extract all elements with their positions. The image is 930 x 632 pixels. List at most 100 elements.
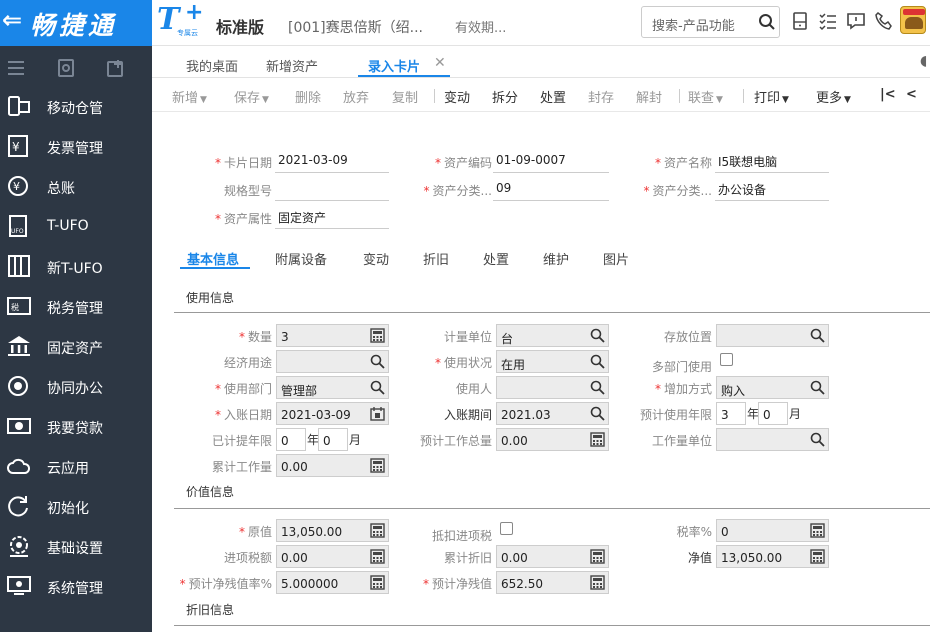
- sidebar-item-6[interactable]: 税 税务管理: [0, 286, 152, 326]
- calculator-icon[interactable]: [590, 432, 605, 447]
- chat-icon[interactable]: [846, 11, 866, 31]
- tax-rate-field[interactable]: 0: [716, 519, 829, 542]
- unit-field[interactable]: 台: [496, 324, 609, 347]
- spec-field[interactable]: [275, 177, 389, 201]
- tab-new-asset[interactable]: 新增资产: [266, 56, 318, 75]
- calculator-icon[interactable]: [370, 523, 385, 538]
- lookup-icon[interactable]: [590, 406, 605, 421]
- toolbar-button-7[interactable]: 拆分: [492, 87, 518, 106]
- phone-icon[interactable]: [874, 11, 894, 31]
- card-date-field[interactable]: 2021-03-09: [275, 149, 389, 173]
- calculator-icon[interactable]: [810, 549, 825, 564]
- back-arrow-icon[interactable]: ⇐: [2, 6, 22, 34]
- subtab-images[interactable]: 图片: [603, 249, 629, 268]
- toolbar-button-6[interactable]: 变动: [444, 87, 470, 106]
- brand-block[interactable]: ⇐ 畅捷通: [0, 0, 152, 46]
- first-record-icon[interactable]: |<: [880, 87, 896, 102]
- location-field[interactable]: [716, 324, 829, 347]
- company-name[interactable]: [001]赛思倍斯（绍...: [288, 17, 423, 37]
- checklist-icon[interactable]: [818, 11, 838, 31]
- asset-code-field[interactable]: 01-09-0007: [493, 149, 609, 173]
- sidebar-item-1[interactable]: 移动仓管: [0, 86, 152, 126]
- avatar-badge[interactable]: [900, 6, 926, 34]
- prev-record-icon[interactable]: <: [906, 87, 917, 102]
- toolbar-button-5[interactable]: 复制: [392, 87, 418, 106]
- calculator-icon[interactable]: [370, 549, 385, 564]
- toolbar-button-4[interactable]: 放弃: [343, 87, 369, 106]
- lookup-icon[interactable]: [810, 380, 825, 395]
- search-box[interactable]: 搜索-产品功能: [641, 6, 780, 38]
- close-tab-icon[interactable]: ✕: [434, 55, 446, 71]
- usage-status-field[interactable]: 在用: [496, 350, 609, 373]
- calculator-icon[interactable]: [590, 575, 605, 590]
- sidebar-item-9[interactable]: 我要贷款: [0, 406, 152, 446]
- tab-desktop[interactable]: 我的桌面: [186, 56, 238, 75]
- original-value-field[interactable]: 13,050.00: [276, 519, 389, 542]
- toolbar-button-13[interactable]: 更多 ▼: [816, 87, 851, 106]
- economic-use-field[interactable]: [276, 350, 389, 373]
- dept-field[interactable]: 管理部: [276, 376, 389, 399]
- history-icon[interactable]: [56, 58, 76, 78]
- search-icon[interactable]: [758, 13, 776, 31]
- add-shortcut-icon[interactable]: [106, 58, 126, 78]
- sidebar-item-11[interactable]: 初始化: [0, 486, 152, 526]
- subtab-change[interactable]: 变动: [363, 249, 389, 268]
- accrued-life-months[interactable]: 0: [318, 428, 348, 451]
- toolbar-button-10[interactable]: 解封: [636, 87, 662, 106]
- accrued-life-years[interactable]: 0: [276, 428, 306, 451]
- subtab-attached[interactable]: 附属设备: [275, 249, 327, 268]
- entry-period-field[interactable]: 2021.03: [496, 402, 609, 425]
- sidebar-item-13[interactable]: 系统管理: [0, 566, 152, 606]
- lookup-icon[interactable]: [590, 354, 605, 369]
- expected-workload-field[interactable]: 0.00: [496, 428, 609, 451]
- calculator-icon[interactable]: [370, 458, 385, 473]
- toolbar-button-2[interactable]: 保存 ▼: [234, 87, 269, 106]
- subtab-depreciation[interactable]: 折旧: [423, 249, 449, 268]
- residual-value-field[interactable]: 652.50: [496, 571, 609, 594]
- sidebar-item-2[interactable]: ¥ 发票管理: [0, 126, 152, 166]
- category-name-field[interactable]: 办公设备: [715, 177, 829, 201]
- asset-name-field[interactable]: I5联想电脑: [715, 149, 829, 173]
- calculator-icon[interactable]: [370, 328, 385, 343]
- multi-dept-checkbox[interactable]: [720, 353, 733, 366]
- lookup-icon[interactable]: [590, 328, 605, 343]
- search-input[interactable]: 搜索-产品功能: [652, 15, 735, 34]
- quantity-field[interactable]: 3: [276, 324, 389, 347]
- calendar-icon[interactable]: [370, 406, 385, 421]
- calculator-icon[interactable]: [590, 549, 605, 564]
- expected-life-years[interactable]: 3: [716, 402, 746, 425]
- lookup-icon[interactable]: [810, 328, 825, 343]
- toolbar-button-12[interactable]: 打印 ▼: [754, 87, 789, 106]
- subtab-basic[interactable]: 基本信息: [187, 249, 239, 268]
- accum-workload-field[interactable]: 0.00: [276, 454, 389, 477]
- lookup-icon[interactable]: [810, 432, 825, 447]
- sidebar-item-5[interactable]: 新T-UFO: [0, 246, 152, 286]
- tabs-overflow-icon[interactable]: ◖: [920, 53, 927, 69]
- lookup-icon[interactable]: [370, 380, 385, 395]
- deduct-tax-checkbox[interactable]: [500, 522, 513, 535]
- tab-entry-card[interactable]: 录入卡片: [368, 56, 420, 75]
- lookup-icon[interactable]: [370, 354, 385, 369]
- subtab-maintenance[interactable]: 维护: [543, 249, 569, 268]
- workload-unit-field[interactable]: [716, 428, 829, 451]
- sidebar-item-3[interactable]: ¥ 总账: [0, 166, 152, 206]
- lookup-icon[interactable]: [590, 380, 605, 395]
- user-field[interactable]: [496, 376, 609, 399]
- sidebar-item-4[interactable]: UFO T-UFO: [0, 206, 152, 246]
- subtab-disposal[interactable]: 处置: [483, 249, 509, 268]
- tablet-icon[interactable]: [790, 11, 810, 31]
- toolbar-button-8[interactable]: 处置: [540, 87, 566, 106]
- expected-life-months[interactable]: 0: [758, 402, 788, 425]
- sidebar-item-8[interactable]: 协同办公: [0, 366, 152, 406]
- calculator-icon[interactable]: [810, 523, 825, 538]
- sidebar-item-12[interactable]: 基础设置: [0, 526, 152, 566]
- category-code-field[interactable]: 09: [493, 177, 609, 201]
- sidebar-item-10[interactable]: 云应用: [0, 446, 152, 486]
- input-tax-field[interactable]: 0.00: [276, 545, 389, 568]
- calculator-icon[interactable]: [370, 575, 385, 590]
- add-method-field[interactable]: 购入: [716, 376, 829, 399]
- toolbar-button-1[interactable]: 新增 ▼: [172, 87, 207, 106]
- toolbar-button-9[interactable]: 封存: [588, 87, 614, 106]
- sidebar-item-7[interactable]: 固定资产: [0, 326, 152, 366]
- menu-icon[interactable]: [6, 58, 26, 78]
